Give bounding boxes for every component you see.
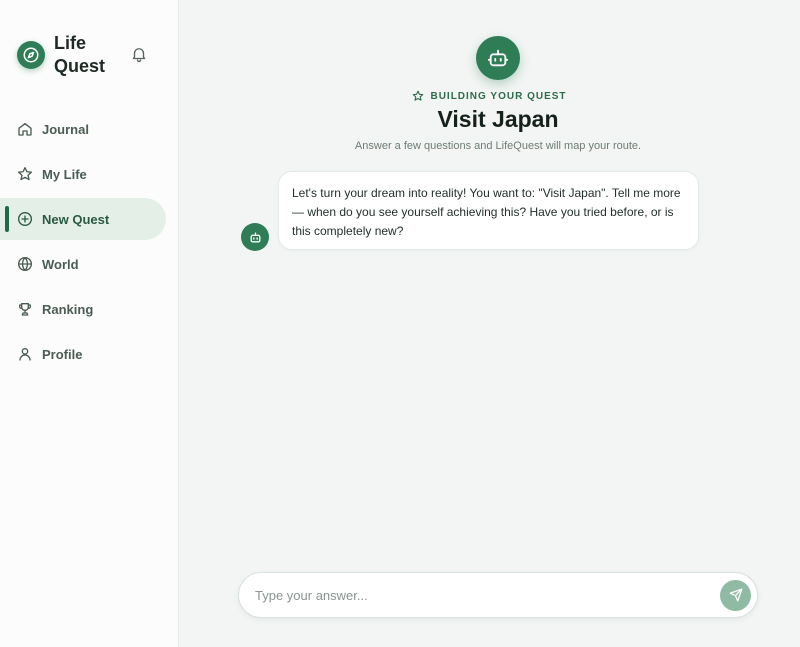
page-title: Visit Japan: [437, 106, 559, 132]
send-icon: [729, 588, 742, 602]
answer-input[interactable]: [255, 587, 720, 603]
sidebar-nav: Journal My Life New Quest World Ranking …: [0, 108, 179, 378]
sidebar-item-label: My Life: [42, 166, 87, 182]
sidebar-item-label: Journal: [42, 121, 89, 137]
sidebar: Life Quest Journal My Life New Quest Wor…: [0, 0, 179, 647]
trophy-icon: [17, 301, 33, 317]
star-icon: [413, 90, 424, 101]
compass-icon: [17, 41, 45, 69]
sidebar-item-label: World: [42, 256, 79, 272]
bell-icon[interactable]: [130, 45, 148, 63]
answer-composer: [238, 572, 758, 618]
sidebar-item-label: Profile: [42, 346, 83, 362]
robot-icon: [250, 232, 260, 242]
sidebar-item-profile[interactable]: Profile: [0, 333, 179, 375]
sidebar-item-label: New Quest: [42, 211, 110, 227]
home-icon: [17, 121, 33, 137]
sidebar-item-world[interactable]: World: [0, 243, 179, 285]
star-icon: [17, 166, 33, 182]
user-icon: [17, 346, 33, 362]
globe-icon: [17, 256, 33, 272]
sidebar-item-ranking[interactable]: Ranking: [0, 288, 179, 330]
quest-eyebrow: BUILDING YOUR QUEST: [179, 90, 800, 102]
sidebar-item-my-life[interactable]: My Life: [0, 153, 179, 195]
send-button[interactable]: [720, 579, 751, 611]
eyebrow-label: BUILDING YOUR QUEST: [430, 90, 567, 102]
bot-avatar: [241, 223, 269, 251]
plus-circle-icon: [17, 211, 33, 227]
main-content: BUILDING YOUR QUEST Visit Japan Answer a…: [179, 0, 800, 647]
chat-message-bot: Let's turn your dream into reality! You …: [278, 171, 699, 250]
sidebar-item-new-quest[interactable]: New Quest: [0, 198, 166, 240]
brand-name: Life Quest: [54, 33, 106, 76]
sidebar-item-journal[interactable]: Journal: [0, 108, 179, 150]
page-subtitle: Answer a few questions and LifeQuest wil…: [354, 140, 642, 152]
sidebar-item-label: Ranking: [42, 301, 94, 317]
app-root: Life Quest Journal My Life New Quest Wor…: [0, 0, 800, 647]
robot-icon: [476, 36, 520, 80]
brand[interactable]: Life Quest: [17, 32, 114, 78]
